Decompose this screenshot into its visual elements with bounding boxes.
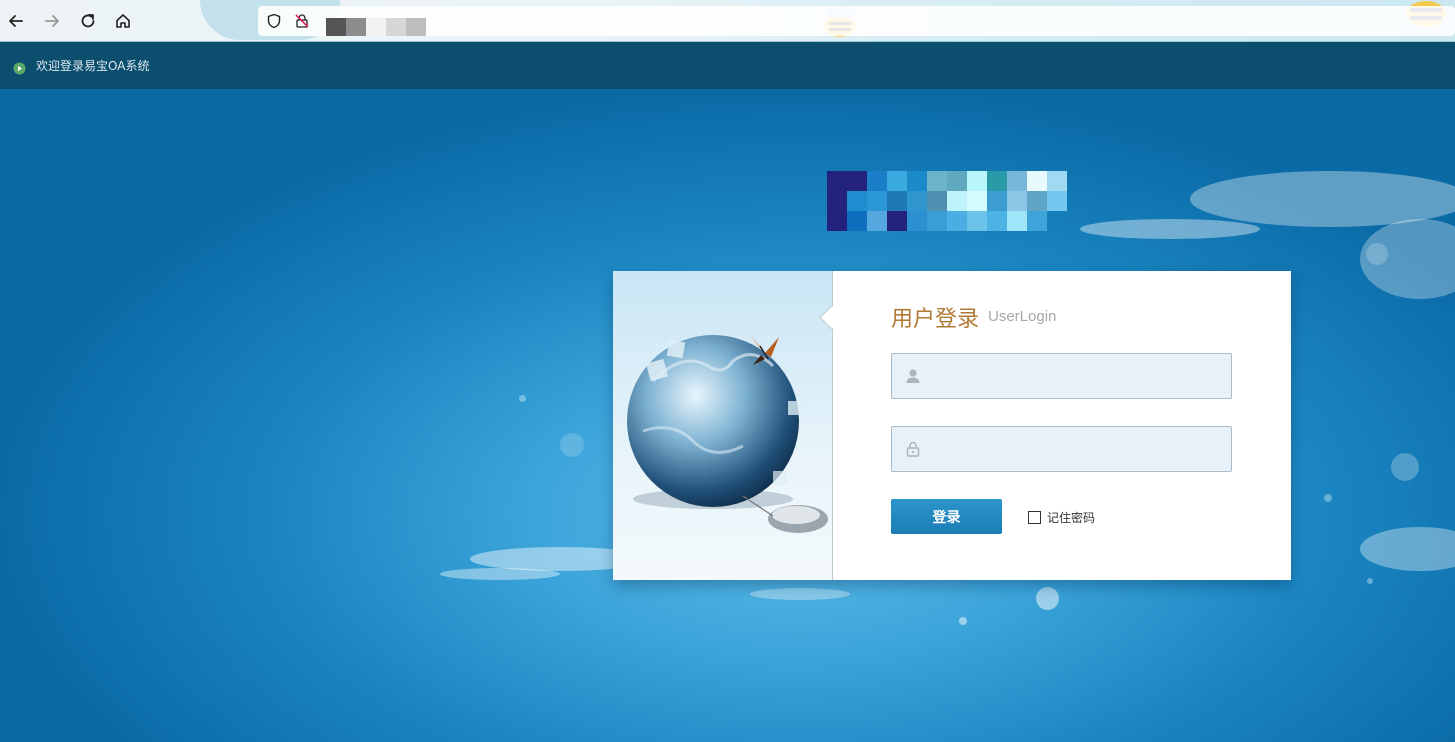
- bubble-decoration: [1366, 243, 1388, 265]
- blocked-lock-icon[interactable]: [292, 11, 312, 31]
- shield-icon[interactable]: [264, 11, 284, 31]
- globe-illustration: [613, 271, 833, 580]
- bubble-decoration: [1324, 494, 1332, 502]
- login-panel: 用户登录 UserLogin 登录 记住密码: [613, 271, 1291, 580]
- bubble-decoration: [959, 617, 967, 625]
- lock-icon: [904, 440, 922, 458]
- logo: [827, 171, 1067, 231]
- redacted-url: [386, 18, 406, 36]
- globe-puzzle-icon: [627, 333, 828, 533]
- site-title: 欢迎登录易宝OA系统: [36, 59, 150, 73]
- username-input[interactable]: [930, 354, 1230, 400]
- bubble-decoration: [1367, 578, 1373, 584]
- play-circle-icon: [13, 60, 26, 79]
- bubble-decoration: [519, 395, 526, 402]
- bubble-decoration: [560, 433, 584, 457]
- redacted-url: [406, 18, 426, 36]
- remember-label: 记住密码: [1047, 511, 1096, 525]
- login-subtitle: UserLogin: [988, 308, 1057, 325]
- browser-toolbar: [0, 0, 1455, 42]
- password-input[interactable]: [930, 427, 1230, 473]
- login-button[interactable]: 登录: [891, 499, 1002, 534]
- redacted-url: [346, 18, 366, 36]
- login-title: 用户登录: [891, 307, 980, 332]
- bubble-decoration: [1391, 453, 1419, 481]
- address-bar[interactable]: [258, 6, 1455, 36]
- username-field[interactable]: [891, 353, 1232, 400]
- bubble-decoration: [1036, 587, 1059, 610]
- remember-checkbox[interactable]: [1028, 511, 1041, 524]
- password-field[interactable]: [891, 426, 1232, 473]
- redacted-url: [366, 18, 386, 36]
- user-icon: [904, 367, 922, 385]
- arrow-right-icon[interactable]: [40, 9, 64, 33]
- reload-icon[interactable]: [76, 9, 100, 33]
- redacted-url: [326, 18, 346, 36]
- site-header: [0, 42, 1455, 89]
- home-icon[interactable]: [111, 9, 135, 33]
- arrow-left-icon[interactable]: [4, 9, 28, 33]
- remember-password[interactable]: 记住密码: [1028, 509, 1095, 526]
